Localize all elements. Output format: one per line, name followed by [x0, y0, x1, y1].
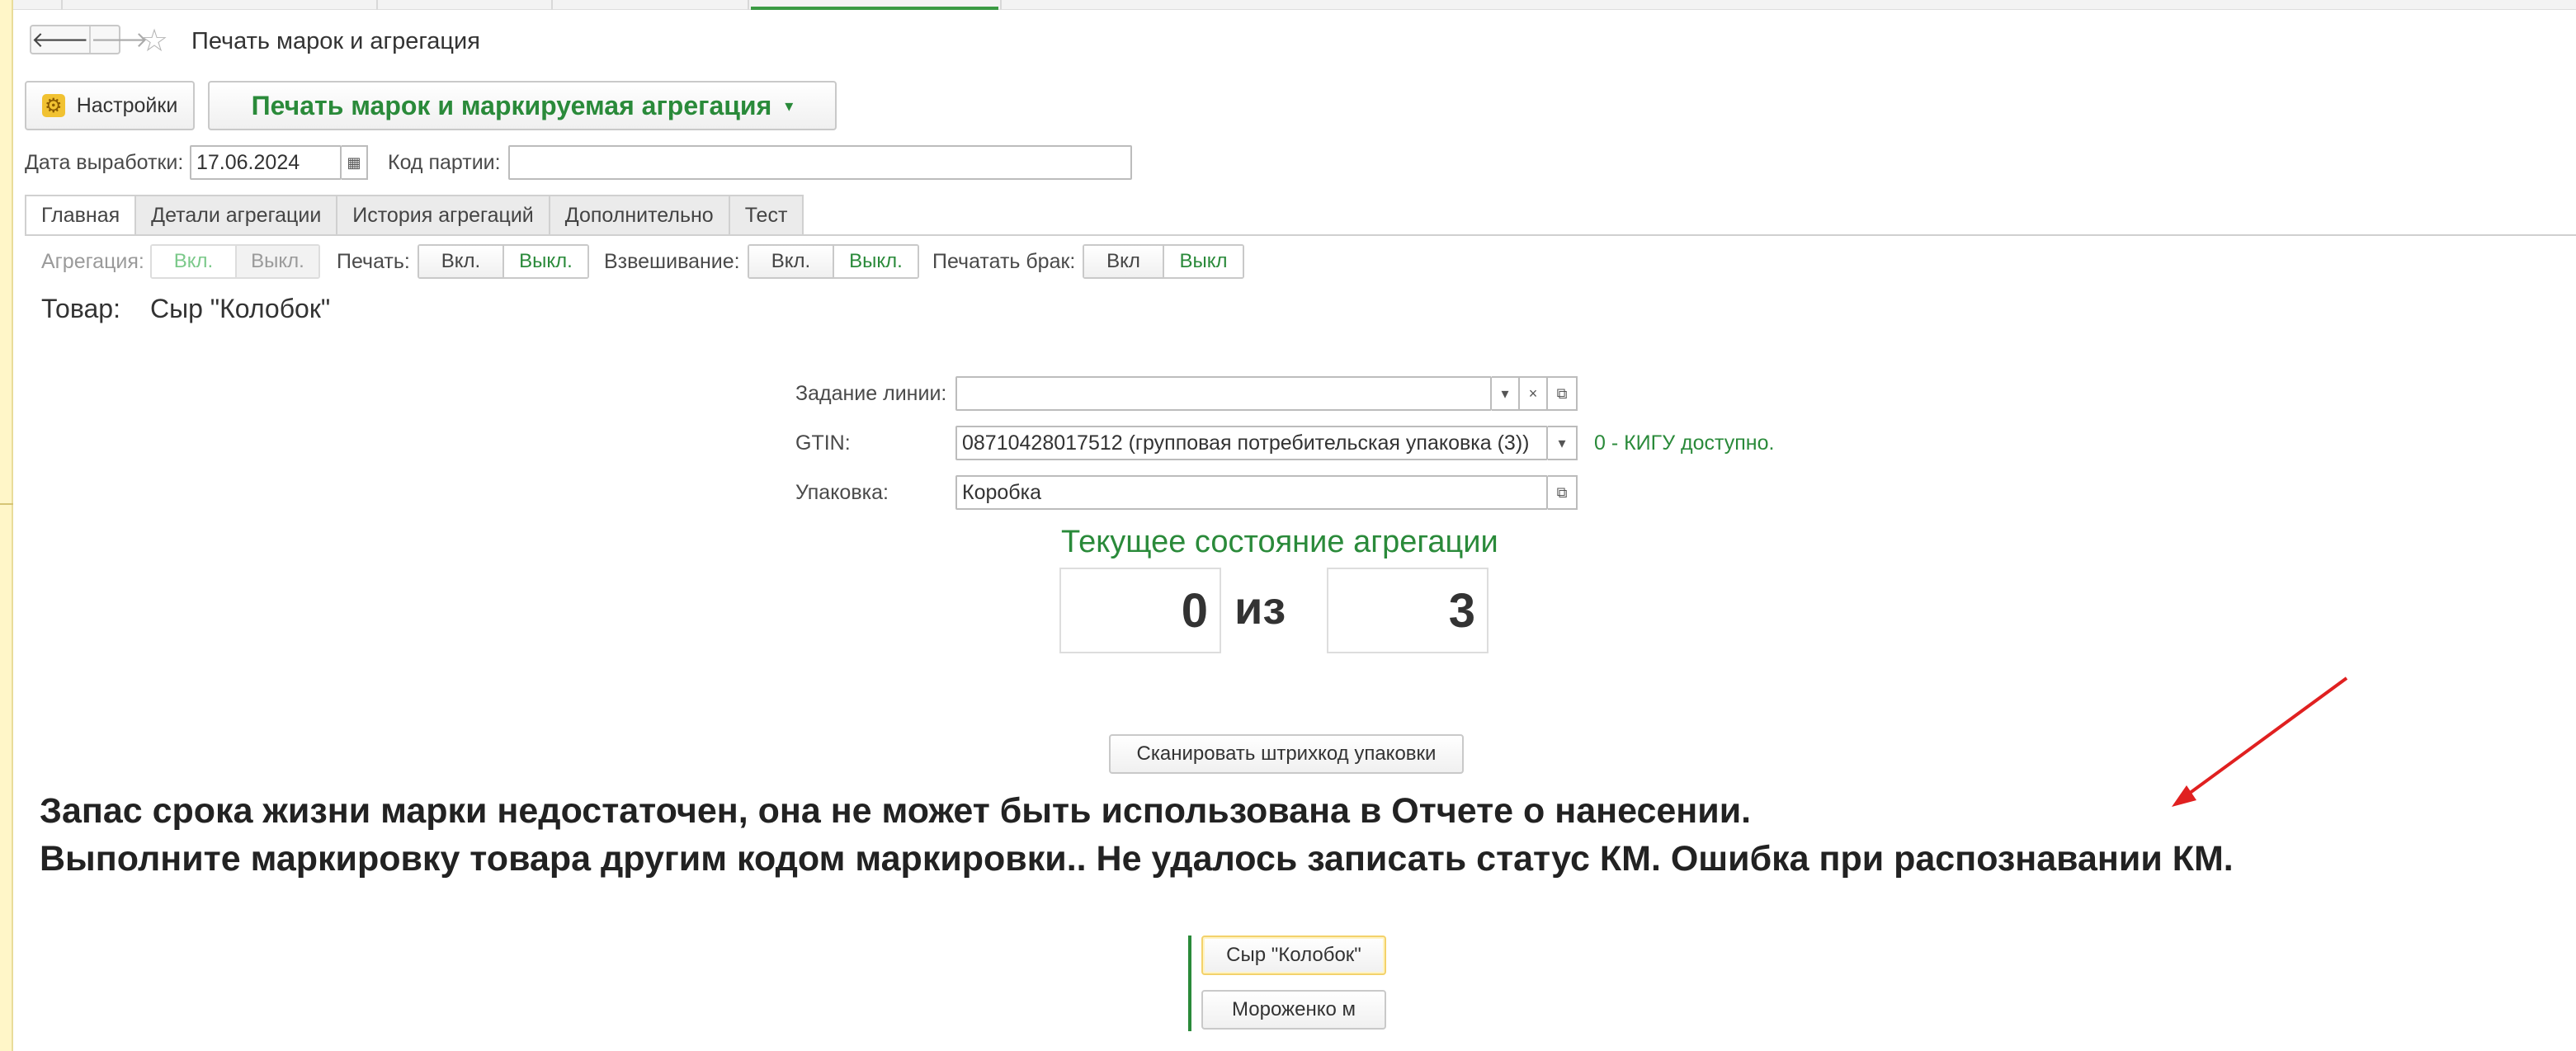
print-on-button[interactable]: Вкл.: [419, 246, 502, 277]
settings-button[interactable]: ⚙ Настройки: [25, 81, 195, 130]
line-task-label: Задание линии:: [795, 382, 947, 405]
production-date-field[interactable]: 17.06.2024: [190, 145, 342, 180]
line-task-clear-icon[interactable]: ×: [1520, 376, 1548, 411]
package-field[interactable]: Коробка: [955, 475, 1548, 510]
mode-select-label: Печать марок и маркируемая агрегация: [251, 90, 772, 120]
tab-main[interactable]: Главная: [25, 195, 135, 236]
favorite-star-icon[interactable]: ☆: [140, 25, 168, 58]
line-task-open-icon[interactable]: ⧉: [1548, 376, 1578, 411]
back-arrow-icon[interactable]: 🡐: [31, 26, 89, 53]
product-button-icecream[interactable]: Мороженко м: [1201, 990, 1386, 1030]
gtin-status: 0 - КИГУ доступно.: [1594, 431, 1775, 455]
aggregation-total-count: 3: [1327, 568, 1489, 653]
scan-package-barcode-button[interactable]: Сканировать штрихкод упаковки: [1109, 734, 1464, 774]
production-date-label: Дата выработки:: [25, 151, 184, 174]
tab-bar: Главная Детали агрегации История агрегац…: [25, 195, 804, 236]
product-list-divider: [1188, 936, 1191, 1031]
print-defect-toggle: Вкл Выкл: [1083, 244, 1244, 279]
print-defect-on-button[interactable]: Вкл: [1084, 246, 1163, 277]
print-toggle-label: Печать:: [337, 250, 410, 273]
tab-aggregation-details[interactable]: Детали агрегации: [134, 195, 337, 236]
product-button-cheese[interactable]: Сыр "Колобок": [1201, 936, 1386, 975]
aggregation-current-count: 0: [1059, 568, 1221, 653]
weighing-toggle-label: Взвешивание:: [604, 250, 740, 273]
error-message-line-2: Выполните маркировку товара другим кодом…: [40, 839, 2234, 879]
aggregation-off-button: Выкл.: [234, 246, 318, 277]
annotation-arrow: [2172, 676, 2348, 807]
aggregation-toggle-label: Агрегация:: [41, 250, 144, 273]
chevron-down-icon: ▾: [785, 97, 794, 115]
page-title: Печать марок и агрегация: [191, 28, 480, 54]
aggregation-on-button: Вкл.: [152, 246, 235, 277]
package-label: Упаковка:: [795, 481, 889, 504]
gtin-label: GTIN:: [795, 431, 851, 455]
batch-code-label: Код партии:: [388, 151, 501, 174]
weighing-on-button[interactable]: Вкл.: [749, 246, 833, 277]
settings-gear-icon: ⚙: [41, 94, 65, 117]
gtin-dropdown-icon[interactable]: ▾: [1548, 426, 1578, 460]
navigation-buttons: 🡐 🡒: [30, 25, 148, 54]
line-task-dropdown-icon[interactable]: ▾: [1492, 376, 1520, 411]
calendar-icon[interactable]: ▦: [342, 145, 368, 180]
tab-aggregation-history[interactable]: История агрегаций: [336, 195, 549, 236]
weighing-off-button[interactable]: Выкл.: [833, 246, 918, 277]
aggregation-toggle: Вкл. Выкл.: [150, 244, 320, 279]
package-open-icon[interactable]: ⧉: [1548, 475, 1578, 510]
error-message-line-1: Запас срока жизни марки недостаточен, он…: [40, 791, 1752, 831]
mode-select-button[interactable]: Печать марок и маркируемая агрегация ▾: [208, 81, 837, 130]
aggregation-count-separator: из: [1234, 582, 1286, 634]
forward-arrow-icon[interactable]: 🡒: [88, 26, 148, 53]
print-defect-off-button[interactable]: Выкл: [1163, 246, 1243, 277]
batch-code-field[interactable]: [508, 145, 1132, 180]
gtin-field[interactable]: 08710428017512 (групповая потребительска…: [955, 426, 1548, 460]
product-label: Товар:: [41, 294, 120, 323]
left-panel-strip: [0, 0, 13, 1051]
print-defect-toggle-label: Печатать брак:: [932, 250, 1076, 273]
tab-test[interactable]: Тест: [728, 195, 804, 236]
print-toggle: Вкл. Выкл.: [418, 244, 589, 279]
aggregation-state-title: Текущее состояние агрегации: [1061, 525, 1498, 559]
print-off-button[interactable]: Выкл.: [502, 246, 587, 277]
weighing-toggle: Вкл. Выкл.: [748, 244, 919, 279]
top-tab-strip: [13, 0, 2576, 10]
tab-additional[interactable]: Дополнительно: [548, 195, 729, 236]
settings-button-label: Настройки: [76, 93, 178, 117]
line-task-field[interactable]: [955, 376, 1492, 411]
tab-divider: [25, 234, 2576, 236]
product-value: Сыр "Колобок": [150, 294, 331, 323]
